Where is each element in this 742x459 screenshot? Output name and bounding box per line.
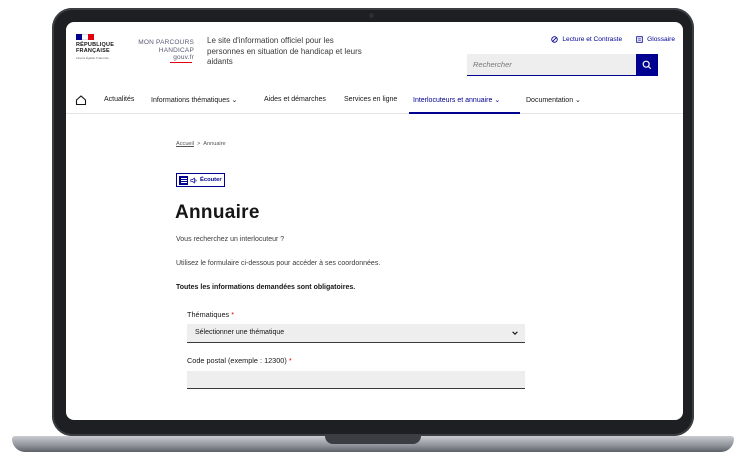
breadcrumb-separator: > xyxy=(197,141,201,147)
logo-underline xyxy=(170,61,192,63)
nav-item-label: Documentation xyxy=(526,97,574,104)
glossary-label: Glossaire xyxy=(647,36,675,43)
breadcrumb-current: Annuaire xyxy=(203,141,226,147)
nav-item-documentation[interactable]: Documentation ⌄ xyxy=(526,96,581,104)
glossary-button[interactable]: Glossaire xyxy=(636,36,675,43)
breadcrumb: Accueil > Annuaire xyxy=(176,141,226,147)
nav-item-interlocuteurs-annuaire[interactable]: Interlocuteurs et annuaire ⌄ xyxy=(413,96,500,104)
intro-text-1: Vous recherchez un interlocuteur ? xyxy=(176,236,285,243)
chevron-down-icon: ⌄ xyxy=(231,97,238,104)
speaker-icon xyxy=(190,176,197,184)
nav-item-informations-thematiques[interactable]: Informations thématiques ⌄ xyxy=(151,96,237,104)
page-title: Annuaire xyxy=(175,202,260,223)
contrast-label: Lecture et Contraste xyxy=(562,36,623,43)
site-header: RÉPUBLIQUE FRANÇAISE Liberté Égalité Fra… xyxy=(66,22,683,82)
required-asterisk: * xyxy=(288,356,292,365)
listen-label: Écouter xyxy=(200,177,222,183)
search-button[interactable] xyxy=(636,54,658,76)
chevron-down-icon: ⌄ xyxy=(575,97,581,104)
devise: Liberté Égalité Fraternité xyxy=(76,56,109,60)
contrast-icon xyxy=(551,36,559,43)
menu-icon xyxy=(179,175,188,185)
active-nav-indicator xyxy=(409,112,520,114)
site-tagline: Le site d'information officiel pour les … xyxy=(207,36,362,66)
postal-field-label: Code postal (exemple : 12300) * xyxy=(187,356,292,365)
chevron-down-icon xyxy=(512,331,518,335)
header-tools: Lecture et Contraste Glossaire xyxy=(551,36,675,43)
postal-code-input[interactable] xyxy=(187,371,525,389)
search-field xyxy=(467,54,657,76)
theme-select[interactable]: Sélectionner une thématique xyxy=(187,324,525,343)
contrast-button[interactable]: Lecture et Contraste xyxy=(551,36,622,43)
required-asterisk: * xyxy=(231,310,235,319)
book-icon xyxy=(636,36,643,43)
logo-line3: gouv.fr xyxy=(173,54,194,61)
theme-label-text: Thématiques xyxy=(187,310,230,319)
chevron-down-icon: ⌄ xyxy=(494,97,501,104)
search-icon xyxy=(642,60,652,70)
required-note: Toutes les informations demandées sont o… xyxy=(176,284,356,291)
listen-button[interactable]: Écouter xyxy=(176,173,225,187)
laptop-notch xyxy=(325,436,421,444)
nav-item-label: Informations thématiques xyxy=(151,97,230,104)
nav-item-aides-demarches[interactable]: Aides et démarches xyxy=(264,96,326,103)
republique-line2: FRANÇAISE xyxy=(76,48,110,54)
logo-line2: HANDICAP xyxy=(158,46,194,54)
theme-select-value: Sélectionner une thématique xyxy=(195,329,285,336)
browser-screen: RÉPUBLIQUE FRANÇAISE Liberté Égalité Fra… xyxy=(66,22,683,420)
main-navigation: Actualités Informations thématiques ⌄ Ai… xyxy=(66,90,683,114)
tricolor-flag-icon xyxy=(76,34,94,40)
camera-dot xyxy=(369,13,374,18)
intro-text-2: Utilisez le formulaire ci-dessous pour a… xyxy=(176,260,381,267)
theme-field-label: Thématiques * xyxy=(187,310,234,319)
nav-item-actualites[interactable]: Actualités xyxy=(104,96,134,103)
nav-item-services-en-ligne[interactable]: Services en ligne xyxy=(344,96,397,103)
logo-line1: MON PARCOURS xyxy=(138,39,194,46)
republique-francaise-logo[interactable]: RÉPUBLIQUE FRANÇAISE Liberté Égalité Fra… xyxy=(76,34,120,61)
breadcrumb-home-link[interactable]: Accueil xyxy=(176,141,194,147)
postal-label-text: Code postal (exemple : 12300) xyxy=(187,356,287,365)
nav-item-label: Interlocuteurs et annuaire xyxy=(413,97,493,104)
search-input[interactable] xyxy=(467,54,657,75)
mon-parcours-handicap-logo[interactable]: MON PARCOURS HANDICAP gouv.fr xyxy=(130,39,194,63)
home-icon[interactable] xyxy=(75,94,87,106)
